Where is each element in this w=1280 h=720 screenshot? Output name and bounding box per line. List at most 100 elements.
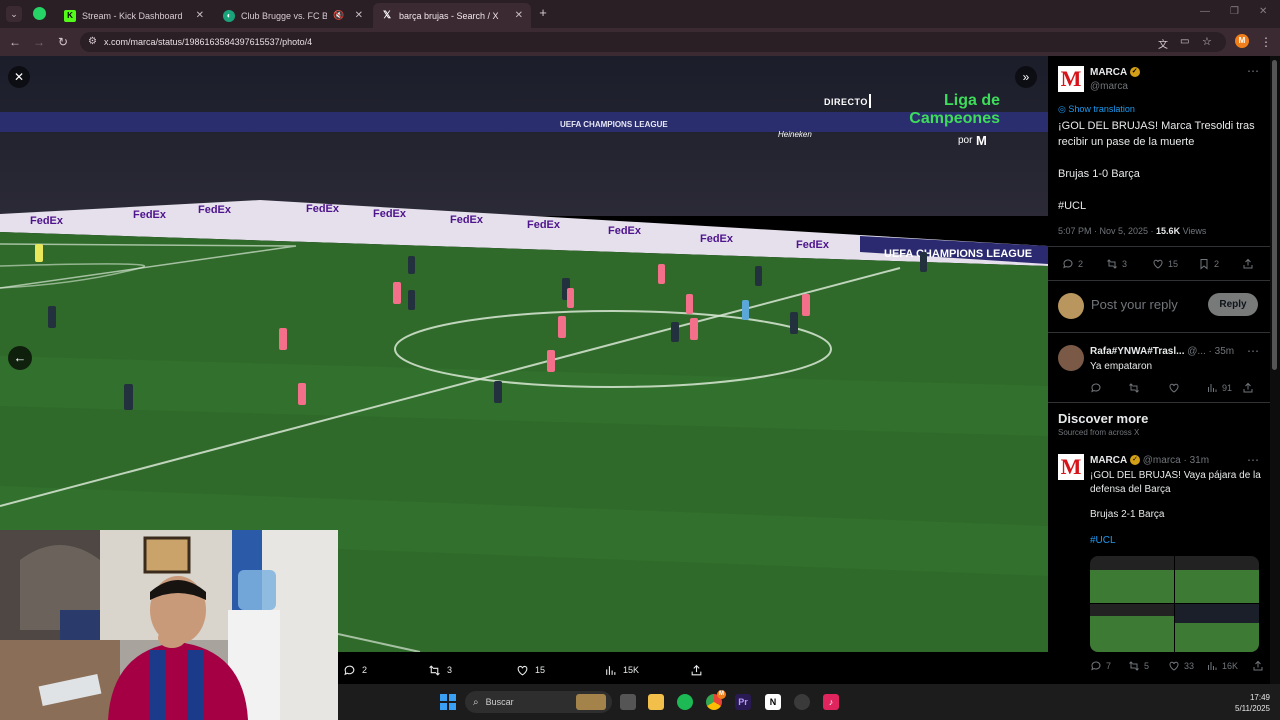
reply-button[interactable]: 2 [1062, 258, 1083, 270]
tab-club-brugge-barcelona[interactable]: ◐ Club Brugge vs. FC Barcelo 🔇 ✕ [215, 3, 371, 28]
reply-like-button[interactable] [1168, 382, 1180, 394]
replier-handle[interactable]: @... [1187, 346, 1206, 357]
replier-name[interactable]: Rafa#YNWA#Trasl... [1090, 346, 1184, 357]
post-views-button[interactable]: 16K [1206, 660, 1238, 672]
expand-panel-button[interactable]: » [1015, 66, 1037, 88]
chrome-menu-icon[interactable]: ⋮ [1258, 34, 1274, 50]
replier-avatar[interactable] [1058, 345, 1084, 371]
heart-icon [517, 665, 528, 675]
url-text: x.com/marca/status/1986163584397615537/p… [104, 37, 313, 47]
whatsapp-icon[interactable] [33, 7, 46, 20]
new-tab-button[interactable]: + [536, 5, 550, 21]
more-options-icon[interactable]: ⋯ [1247, 344, 1259, 358]
back-arrow-icon[interactable]: ← [7, 34, 23, 50]
reply-input[interactable]: Post your reply [1091, 297, 1178, 312]
x-icon: 𝕏 [382, 10, 392, 21]
close-window-icon[interactable]: ✕ [1259, 6, 1267, 17]
muted-speaker-icon[interactable]: 🔇 [333, 10, 344, 21]
reply-submit-button[interactable]: Reply [1208, 293, 1258, 316]
marca-avatar[interactable]: M [1058, 454, 1084, 480]
stand-banner-text: UEFA CHAMPIONS LEAGUE [560, 120, 668, 129]
previous-photo-button[interactable]: ← [8, 346, 32, 370]
post-share-button[interactable] [1252, 660, 1264, 672]
notion-icon[interactable]: N [765, 694, 781, 710]
like-button[interactable]: 15 [1152, 258, 1178, 270]
heart-icon [1169, 661, 1179, 671]
media-thumbnail[interactable] [1175, 604, 1259, 652]
more-options-icon[interactable]: ⋯ [1247, 64, 1259, 78]
repost-icon [429, 664, 440, 676]
media-thumbnail[interactable] [1175, 556, 1259, 603]
reply-share-button[interactable] [1242, 382, 1254, 394]
repost-button[interactable]: 3 [1106, 258, 1127, 270]
tab-title: Stream - Kick Dashboard [82, 10, 183, 21]
show-translation-link[interactable]: ◎ Show translation [1058, 104, 1135, 115]
reply-repost-button[interactable] [1128, 382, 1140, 394]
streamer-camera-feed [0, 530, 338, 720]
task-view-icon[interactable] [620, 694, 636, 710]
close-tab-icon[interactable]: ✕ [355, 10, 363, 21]
forward-arrow-icon[interactable]: → [31, 34, 47, 50]
restore-window-icon[interactable]: ❐ [1230, 6, 1239, 17]
discover-more-subtitle: Sourced from across X [1058, 428, 1140, 437]
reply-button[interactable]: 2 [343, 664, 367, 677]
share-button[interactable] [690, 664, 703, 677]
author-name[interactable]: MARCA [1090, 67, 1127, 78]
reply-views-button[interactable]: 91 [1206, 382, 1232, 394]
post-reply-button[interactable]: 7 [1090, 660, 1111, 672]
obs-icon[interactable] [794, 694, 810, 710]
system-clock[interactable]: 17:49 5/11/2025 [1218, 692, 1270, 714]
translate-icon[interactable]: 文 [1158, 36, 1168, 51]
author-handle[interactable]: @marca [1090, 81, 1128, 92]
search-icon: ⌕ [473, 696, 479, 708]
close-tab-icon[interactable]: ✕ [515, 10, 523, 21]
tiktok-live-icon[interactable]: ♪ [823, 694, 839, 710]
post-score: Brujas 2-1 Barça [1090, 509, 1165, 520]
reply-reply-button[interactable] [1090, 382, 1102, 394]
reload-icon[interactable]: ↻ [55, 34, 71, 50]
windows-start-icon[interactable] [440, 694, 456, 710]
spotify-icon[interactable] [677, 694, 693, 710]
reply-time: · 35m [1208, 346, 1235, 357]
media-thumbnail[interactable] [1090, 604, 1174, 652]
marca-avatar[interactable]: M [1058, 66, 1084, 92]
share-button[interactable] [1242, 258, 1254, 270]
bar-chart-icon [1208, 662, 1217, 670]
bookmark-button[interactable]: 2 [1198, 258, 1219, 270]
bookmark-star-icon[interactable]: ☆ [1202, 35, 1212, 48]
hashtag-link[interactable]: #UCL [1090, 535, 1116, 546]
file-explorer-icon[interactable] [648, 694, 664, 710]
minimize-window-icon[interactable]: — [1200, 6, 1210, 17]
post-like-button[interactable]: 33 [1168, 660, 1194, 672]
tab-barca-brujas-search[interactable]: 𝕏 barça brujas - Search / X ✕ [373, 3, 531, 28]
like-button[interactable]: 15 [516, 664, 545, 677]
tab-search-dropdown-button[interactable]: ⌄ [6, 6, 22, 22]
scrollbar-thumb[interactable] [1272, 60, 1277, 370]
sports-icon: ◐ [223, 9, 235, 22]
profile-avatar[interactable]: M [1235, 34, 1249, 48]
post-media-grid[interactable] [1090, 556, 1259, 652]
hashtag-link[interactable]: #UCL [1058, 198, 1086, 214]
author-name[interactable]: MARCA [1090, 455, 1127, 466]
site-settings-icon[interactable]: ⚙ [88, 36, 97, 47]
tweet-score: Brujas 1-0 Barça [1058, 168, 1140, 180]
views-button[interactable]: 15K [604, 664, 639, 677]
premiere-pro-icon[interactable]: Pr [735, 694, 751, 710]
close-viewer-button[interactable]: ✕ [8, 66, 30, 88]
side-panel-scrollbar[interactable] [1270, 56, 1280, 684]
media-thumbnail[interactable] [1090, 556, 1174, 603]
post-repost-button[interactable]: 5 [1128, 660, 1149, 672]
fedex-board-text: FedEx [30, 215, 64, 227]
more-options-icon[interactable]: ⋯ [1247, 453, 1259, 467]
webcam-overlay [0, 530, 338, 720]
cast-icon[interactable]: ▭ [1180, 36, 1189, 47]
address-bar[interactable]: ⚙ x.com/marca/status/1986163584397615537… [80, 32, 1226, 52]
photo-action-bar: 2 3 15 15K [338, 656, 1048, 684]
user-avatar[interactable] [1058, 293, 1084, 319]
bookmark-icon [1200, 259, 1208, 270]
close-tab-icon[interactable]: ✕ [196, 10, 204, 21]
chrome-icon[interactable]: M [706, 690, 726, 710]
taskbar-search-box[interactable]: ⌕ Buscar [465, 691, 612, 713]
repost-button[interactable]: 3 [428, 664, 452, 677]
tab-kick-dashboard[interactable]: K Stream - Kick Dashboard ✕ [56, 3, 212, 28]
